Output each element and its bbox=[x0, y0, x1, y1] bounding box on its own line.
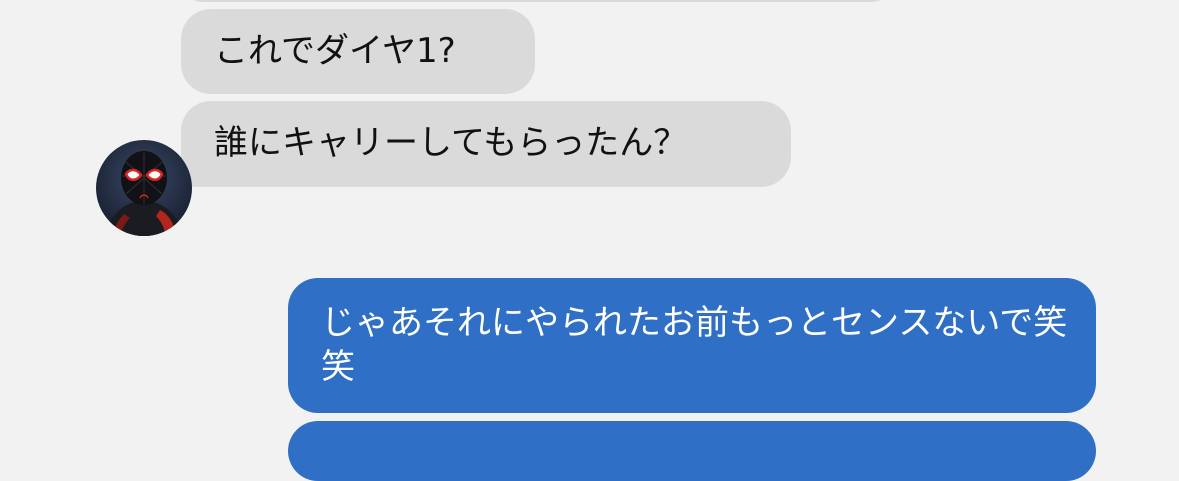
incoming-message-bubble[interactable]: これでダイヤ1? bbox=[181, 9, 535, 94]
contact-avatar[interactable] bbox=[96, 140, 192, 236]
previous-incoming-message-bubble[interactable] bbox=[181, 0, 893, 2]
spider-hero-avatar-icon bbox=[96, 140, 192, 236]
outgoing-message-bubble[interactable]: じゃあそれにやられたお前もっとセンスないで笑笑 bbox=[288, 278, 1096, 413]
incoming-message-bubble[interactable]: 誰にキャリーしてもらったん？ bbox=[181, 101, 791, 187]
next-outgoing-message-bubble[interactable] bbox=[288, 421, 1096, 481]
